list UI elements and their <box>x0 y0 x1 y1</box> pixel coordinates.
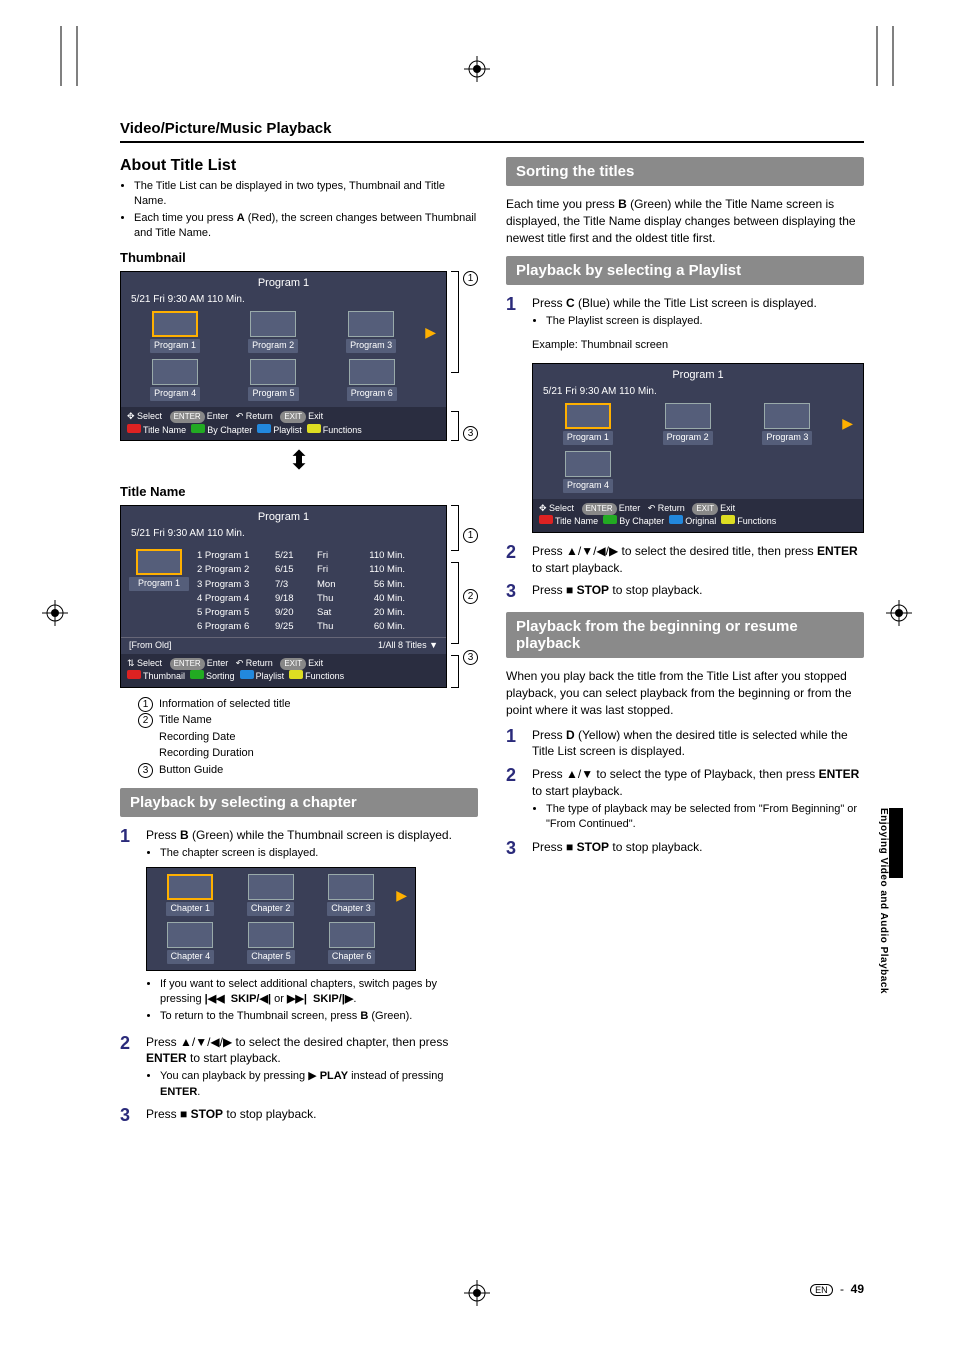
next-page-icon: ▶ <box>423 324 438 341</box>
resume-heading: Playback from the beginning or resume pl… <box>506 612 864 658</box>
chapter-notes: If you want to select additional chapter… <box>146 977 478 1024</box>
thumbnail-label: Thumbnail <box>120 250 478 265</box>
thumbnail-title: Program 1 <box>121 272 446 292</box>
updown-arrow-icon: ⬍ <box>120 445 478 476</box>
page-number: EN - 49 <box>810 1282 864 1296</box>
callout-1-icon: 1 <box>463 528 478 543</box>
thumbnail-meta: 5/21 Fri 9:30 AM 110 Min. <box>121 292 446 311</box>
side-tab: Enjoying Video and Audio Playback <box>875 800 906 1002</box>
section-title: Video/Picture/Music Playback <box>120 120 864 143</box>
playlist-heading: Playback by selecting a Playlist <box>506 256 864 285</box>
title-list: 1 Program 15/21Fri110 Min. 2 Program 26/… <box>197 549 438 635</box>
chapter-heading: Playback by selecting a chapter <box>120 788 478 817</box>
titlename-label: Title Name <box>120 484 478 499</box>
chapter-screen: Chapter 1 Chapter 2 Chapter 3 ▶ Chapter … <box>146 867 416 971</box>
titlename-footer: ⇅ Select ENTEREnter ↶ Return EXITExit Th… <box>121 654 446 687</box>
titlename-screen: Program 1 5/21 Fri 9:30 AM 110 Min. Prog… <box>120 505 447 688</box>
callout-1-icon: 1 <box>463 271 478 286</box>
callout-3-icon: 3 <box>463 650 478 665</box>
resume-para: When you play back the title from the Ti… <box>506 668 864 718</box>
thumbnail-screen: Program 1 5/21 Fri 9:30 AM 110 Min. Prog… <box>120 271 447 441</box>
playlist-screen: Program 1 5/21 Fri 9:30 AM 110 Min. Prog… <box>532 363 864 533</box>
callout-3-icon: 3 <box>463 426 478 441</box>
sorting-heading: Sorting the titles <box>506 157 864 186</box>
about-heading: About Title List <box>120 157 478 175</box>
about-bullets: The Title List can be displayed in two t… <box>120 179 478 240</box>
thumbnail-footer: ✥ Select ENTEREnter ↶ Return EXITExit Ti… <box>121 407 446 440</box>
sorting-para: Each time you press B (Green) while the … <box>506 196 864 246</box>
callout-2-icon: 2 <box>463 589 478 604</box>
callout-legend: 1Information of selected title 2Title Na… <box>138 696 478 779</box>
